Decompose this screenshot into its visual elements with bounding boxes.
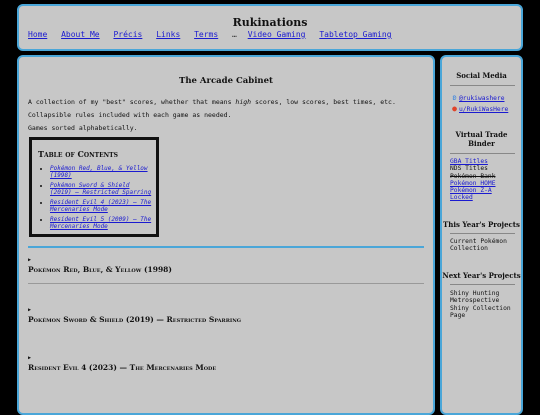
- section-title[interactable]: Pokémon Red, Blue, & Yellow (1998): [28, 265, 424, 274]
- toc-link-pokemon-swsh[interactable]: Pokémon Sword & Shield (2019) — Restrict…: [50, 182, 151, 196]
- expand-triangle-icon[interactable]: ▶: [28, 355, 424, 363]
- main-nav: Home About Me Précis Links Terms … Video…: [28, 30, 401, 39]
- toc-link-re4[interactable]: Resident Evil 4 (2023) — The Mercenaries…: [50, 199, 151, 213]
- site-title: Rukinations: [232, 16, 308, 29]
- project-item: Shiny Hunting: [450, 290, 500, 297]
- trade-binder-heading: Virtual Trade Binder: [455, 130, 508, 148]
- this-year-list: Current Pokémon Collection: [450, 238, 507, 253]
- sidebar-rule: [450, 85, 515, 86]
- binder-link-pokemon-home[interactable]: Pokémon HOME: [450, 180, 496, 187]
- project-item: Metrospective: [450, 297, 500, 305]
- expand-triangle-icon[interactable]: ▶: [28, 307, 424, 315]
- nav-about-me[interactable]: About Me: [61, 30, 100, 39]
- toc-link-pokemon-rby[interactable]: Pokémon Red, Blue, & Yellow (1998): [50, 165, 148, 179]
- project-item: Page: [450, 311, 466, 319]
- social-item-bluesky: ʚ @rukiwashere: [450, 93, 505, 102]
- social-link-reddit[interactable]: u/RukiWasHere: [459, 106, 508, 113]
- nav-terms[interactable]: Terms: [194, 30, 218, 39]
- butterfly-icon: ʚ: [452, 93, 457, 102]
- binder-link-locked[interactable]: Locked: [450, 194, 473, 201]
- intro-emphasis: high: [235, 98, 252, 106]
- project-item: Shiny Collection: [450, 304, 511, 312]
- expand-triangle-icon[interactable]: ▶: [28, 257, 424, 265]
- sidebar: Social Media ʚ @rukiwashere ● u/RukiWasHer…: [440, 55, 523, 415]
- toc-list: Pokémon Red, Blue, & Yellow (1998) Pokém…: [44, 165, 154, 233]
- toc-link-re5[interactable]: Resident Evil 5 (2009) — The Mercenaries…: [50, 216, 151, 230]
- nav-video-gaming[interactable]: Video Gaming: [248, 30, 306, 39]
- intro-line-2: Collapsible rules included with each gam…: [28, 111, 232, 119]
- intro-text-end: scores, low scores, best times, etc.: [251, 98, 396, 106]
- nav-home[interactable]: Home: [28, 30, 47, 39]
- intro-line-1: A collection of my "best" scores, whethe…: [28, 98, 396, 106]
- binder-link-pokemon-za[interactable]: Pokémon Z-A: [450, 187, 492, 194]
- next-year-list: Shiny Hunting Metrospective Shiny Collec…: [450, 290, 511, 319]
- social-media-heading: Social Media: [456, 71, 507, 80]
- toc-item: Resident Evil 4 (2023) — The Mercenaries…: [50, 199, 154, 213]
- section-divider: [28, 246, 424, 248]
- sidebar-rule: [450, 233, 515, 234]
- intro-line-3: Games sorted alphabetically.: [28, 124, 138, 132]
- toc-item: Pokémon Red, Blue, & Yellow (1998): [50, 165, 154, 179]
- toc-item: Resident Evil 5 (2009) — The Mercenaries…: [50, 216, 154, 230]
- binder-list: GBA Titles NDS Titles Pokémon Bank Pokém…: [450, 158, 496, 202]
- nav-links[interactable]: Links: [156, 30, 180, 39]
- sidebar-rule: [450, 153, 515, 154]
- social-link-bluesky[interactable]: @rukiwashere: [459, 95, 505, 102]
- section-title[interactable]: Resident Evil 4 (2023) — The Mercenaries…: [28, 363, 424, 372]
- intro-text: A collection of my "best" scores, whethe…: [28, 98, 236, 106]
- section-rule: [28, 283, 424, 284]
- site-header: Rukinations Home About Me Précis Links T…: [17, 4, 523, 51]
- toc-title: Table of Contents: [38, 149, 118, 159]
- main-content: The Arcade Cabinet A collection of my "b…: [17, 55, 435, 415]
- toc-item: Pokémon Sword & Shield (2019) — Restrict…: [50, 182, 154, 196]
- page-title: The Arcade Cabinet: [179, 76, 273, 86]
- collapsible-section[interactable]: ▶ Pokémon Red, Blue, & Yellow (1998): [28, 257, 424, 274]
- collapsible-section[interactable]: ▶ Pokémon Sword & Shield (2019) — Restri…: [28, 307, 424, 324]
- this-year-heading: This Year's Projects: [443, 220, 520, 229]
- project-item: Collection: [450, 245, 488, 253]
- binder-item-nds: NDS Titles: [450, 165, 488, 173]
- binder-item-pokemon-bank: Pokémon Bank: [450, 172, 496, 180]
- table-of-contents: Table of Contents Pokémon Red, Blue, & Y…: [29, 137, 159, 237]
- nav-precis[interactable]: Précis: [113, 30, 142, 39]
- binder-link-gba[interactable]: GBA Titles: [450, 158, 488, 165]
- sidebar-rule: [450, 284, 515, 285]
- project-item: Current Pokémon: [450, 238, 507, 245]
- nav-tabletop-gaming[interactable]: Tabletop Gaming: [319, 30, 391, 39]
- social-item-reddit: ● u/RukiWasHere: [450, 104, 508, 113]
- nav-separator: …: [232, 30, 237, 39]
- next-year-heading: Next Year's Projects: [442, 271, 521, 280]
- reddit-icon: ●: [452, 104, 457, 113]
- section-title[interactable]: Pokémon Sword & Shield (2019) — Restrict…: [28, 315, 424, 324]
- collapsible-section[interactable]: ▶ Resident Evil 4 (2023) — The Mercenari…: [28, 355, 424, 372]
